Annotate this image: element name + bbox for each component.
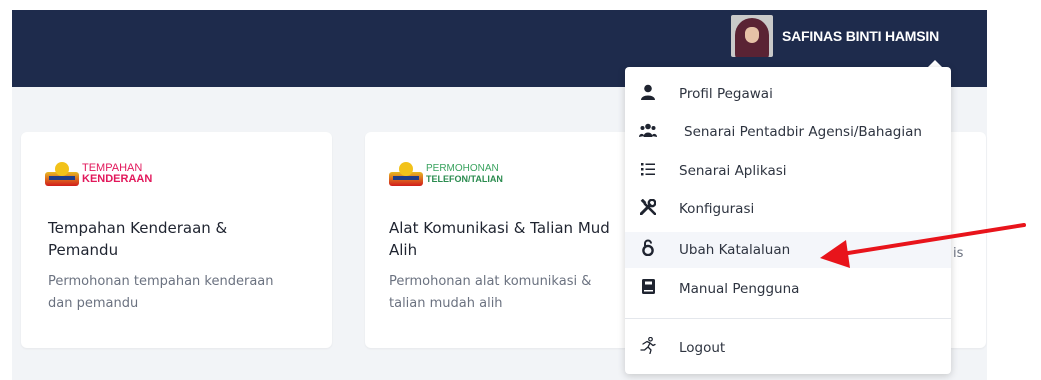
menu-item-senarai-aplikasi[interactable]: Senarai Aplikasi <box>625 153 951 189</box>
user-dropdown-menu: Profil Pegawai Senarai Pentadbir Agensi/… <box>625 67 951 374</box>
crest-icon <box>45 162 79 186</box>
list-icon <box>636 161 660 181</box>
logo-text-line2: TELEFON/TALIAN <box>426 174 503 184</box>
user-name: SAFINAS BINTI HAMSIN <box>782 28 940 44</box>
menu-item-label: Logout <box>679 340 726 356</box>
permohonan-telefon-logo: PERMOHONAN TELEFON/TALIAN <box>389 162 503 186</box>
menu-item-logout[interactable]: Logout <box>625 330 951 366</box>
menu-item-label: Profil Pegawai <box>679 86 773 102</box>
user-icon <box>636 84 660 105</box>
menu-divider <box>625 318 951 319</box>
menu-item-manual-pengguna[interactable]: Manual Pengguna <box>625 271 951 307</box>
card-description: Permohonan alat komunikasi & talian muda… <box>389 274 592 311</box>
app-card-alat-komunikasi[interactable]: PERMOHONAN TELEFON/TALIAN Alat Komunikas… <box>365 132 665 348</box>
logo-text-line1: PERMOHONAN <box>426 163 499 174</box>
running-icon <box>636 336 660 359</box>
menu-item-ubah-katalaluan[interactable]: Ubah Katalaluan <box>625 232 951 268</box>
user-menu-toggle[interactable]: SAFINAS BINTI HAMSIN <box>731 14 939 58</box>
menu-item-konfigurasi[interactable]: Konfigurasi <box>625 191 951 227</box>
users-icon <box>636 122 660 142</box>
tempahan-kenderaan-logo: TEMPAHAN KENDERAAN <box>45 162 152 186</box>
card-title: Tempahan Kenderaan & Pemandu <box>48 219 228 259</box>
app-card-tempahan-kenderaan[interactable]: TEMPAHAN KENDERAAN Tempahan Kenderaan & … <box>21 132 332 348</box>
tools-icon <box>636 198 660 220</box>
avatar <box>731 15 773 57</box>
menu-item-label: Konfigurasi <box>679 201 755 217</box>
logo-text-line2: KENDERAAN <box>82 173 153 185</box>
card-description-partial: is <box>953 246 964 261</box>
card-description: Permohonan tempahan kenderaan dan pemand… <box>48 274 274 311</box>
password-icon <box>636 239 660 261</box>
menu-item-senarai-pentadbir[interactable]: Senarai Pentadbir Agensi/Bahagian <box>625 114 951 150</box>
menu-item-label: Senarai Aplikasi <box>679 163 787 179</box>
crest-icon <box>389 162 423 186</box>
menu-item-label: Manual Pengguna <box>679 281 800 297</box>
book-icon <box>636 279 660 299</box>
menu-item-label: Senarai Pentadbir Agensi/Bahagian <box>684 124 922 140</box>
menu-item-label: Ubah Katalaluan <box>679 242 791 258</box>
menu-item-profil-pegawai[interactable]: Profil Pegawai <box>625 76 951 112</box>
